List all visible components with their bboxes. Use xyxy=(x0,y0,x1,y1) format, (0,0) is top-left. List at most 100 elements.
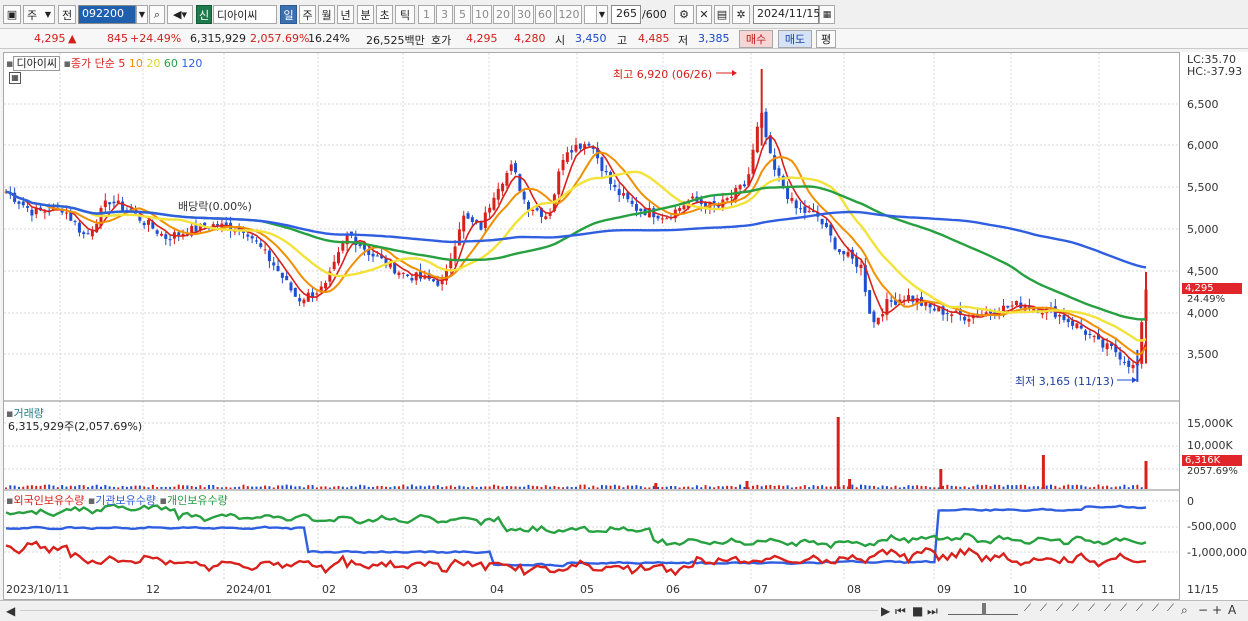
zoom-in-icon[interactable]: + xyxy=(1212,603,1222,617)
volume-bar xyxy=(39,485,42,489)
volume-bar xyxy=(492,484,495,489)
volume-bar xyxy=(203,487,206,489)
x-label-3: 02 xyxy=(322,583,336,596)
candle-body xyxy=(315,293,319,295)
candle-body xyxy=(842,251,846,255)
first-page-icon[interactable]: ⏮ xyxy=(895,604,906,619)
volume-bar xyxy=(302,487,305,489)
tool-icon-9[interactable]: ⟋ xyxy=(1152,603,1159,614)
volume-bar xyxy=(881,485,884,489)
candle-body xyxy=(1071,320,1075,326)
tool-icon-1[interactable]: ⟋ xyxy=(1024,603,1031,614)
volume-bar xyxy=(605,485,608,489)
volume-bar xyxy=(359,484,362,489)
candle-body xyxy=(479,221,483,230)
tool-icon-4[interactable]: ⟋ xyxy=(1072,603,1079,614)
legend-ma60[interactable]: 60 xyxy=(164,57,178,70)
stop-icon[interactable]: ■ xyxy=(912,604,923,618)
legend-ma20[interactable]: 20 xyxy=(146,57,160,70)
right-axis[interactable] xyxy=(1180,52,1248,600)
volume-bar xyxy=(976,484,979,489)
chart-legend: ▪ 디아이씨 ▪종가 단순 5 10 20 60 120 xyxy=(6,55,202,71)
volume-bar xyxy=(406,486,409,489)
volume-bar xyxy=(687,486,690,489)
volume-bar xyxy=(225,486,228,489)
candle-body xyxy=(432,279,435,282)
volume-bar xyxy=(346,487,349,489)
tool-icon-3[interactable]: ⟋ xyxy=(1056,603,1063,614)
magnifier-icon[interactable]: ⌕ xyxy=(1181,603,1188,618)
volume-bar xyxy=(980,485,983,489)
tool-icon-5[interactable]: ⟋ xyxy=(1088,603,1095,614)
price-tick-5500: 5,500 xyxy=(1187,181,1219,194)
volume-bar xyxy=(238,486,241,489)
candle-body xyxy=(604,170,608,173)
volume-bar xyxy=(112,486,115,489)
volume-bar xyxy=(566,486,569,489)
volume-bar xyxy=(549,486,552,489)
candle-body xyxy=(820,218,824,225)
volume-bar xyxy=(536,486,539,489)
candle-body xyxy=(557,171,561,195)
candle-body xyxy=(362,244,366,250)
volume-bar xyxy=(1071,485,1074,489)
scroll-left-icon[interactable]: ◀ xyxy=(6,604,15,618)
candle-body xyxy=(466,213,470,219)
candle-body xyxy=(634,204,638,211)
candle-body xyxy=(717,206,720,208)
volume-bar xyxy=(268,486,271,489)
candle-body xyxy=(43,211,47,213)
scroll-right-icon[interactable]: ▶ xyxy=(881,604,890,618)
volume-bar xyxy=(570,487,573,489)
zoom-slider-handle[interactable] xyxy=(982,603,986,615)
tool-icon-6[interactable]: ⟋ xyxy=(1104,603,1111,614)
tool-icon-10[interactable]: ⟋ xyxy=(1167,603,1174,614)
volume-bar xyxy=(505,486,508,489)
volume-bar xyxy=(587,487,590,489)
text-size-icon[interactable]: A xyxy=(1228,603,1236,617)
legend-foreign[interactable]: 외국인보유수량 xyxy=(13,494,84,507)
candle-body xyxy=(1122,361,1126,363)
volume-bar xyxy=(151,484,154,489)
tool-icon-8[interactable]: ⟋ xyxy=(1136,603,1143,614)
candle-body xyxy=(30,209,34,216)
legend-ma120[interactable]: 120 xyxy=(181,57,202,70)
volume-current-tag: 6,316K xyxy=(1182,455,1242,466)
candle-body xyxy=(561,159,565,171)
candle-body xyxy=(859,264,863,269)
candle-body xyxy=(488,207,492,213)
legend-institution[interactable]: 기관보유수량 xyxy=(95,494,156,507)
scroll-track[interactable] xyxy=(20,610,878,611)
zoom-out-icon[interactable]: − xyxy=(1198,603,1208,617)
volume-bar xyxy=(1011,485,1014,489)
volume-bar xyxy=(1019,484,1022,489)
volume-bar xyxy=(773,485,776,489)
candle-body xyxy=(263,249,267,251)
tool-icon-7[interactable]: ⟋ xyxy=(1120,603,1127,614)
legend-ma10[interactable]: 10 xyxy=(129,57,143,70)
volume-bar xyxy=(1119,486,1122,489)
legend-individual[interactable]: 개인보유수량 xyxy=(167,494,228,507)
legend-stock-name[interactable]: 디아이씨 xyxy=(13,56,60,71)
candle-body xyxy=(587,143,591,146)
table-icon[interactable]: ▦ xyxy=(9,72,21,84)
x-label-5: 04 xyxy=(490,583,504,596)
candle-body xyxy=(155,230,159,234)
zoom-slider[interactable] xyxy=(948,603,1018,615)
legend-ma-label[interactable]: 종가 단순 xyxy=(71,57,115,70)
volume-bar xyxy=(786,485,789,489)
volume-bar xyxy=(743,486,746,489)
candle-body xyxy=(1101,339,1105,348)
tool-icon-2[interactable]: ⟋ xyxy=(1040,603,1047,614)
last-page-icon[interactable]: ⏭ xyxy=(927,604,938,619)
volume-current-pct: 2057.69% xyxy=(1187,466,1238,477)
candle-body xyxy=(729,196,733,199)
volume-bar xyxy=(91,485,94,489)
legend-ma5[interactable]: 5 xyxy=(118,57,125,70)
volume-bar xyxy=(726,485,729,489)
volume-bar xyxy=(190,486,193,489)
candle-body xyxy=(790,198,794,201)
low-arrow-head xyxy=(1132,377,1137,383)
holding-tick-500k: -500,000 xyxy=(1187,520,1237,533)
volume-bar xyxy=(1050,484,1052,489)
